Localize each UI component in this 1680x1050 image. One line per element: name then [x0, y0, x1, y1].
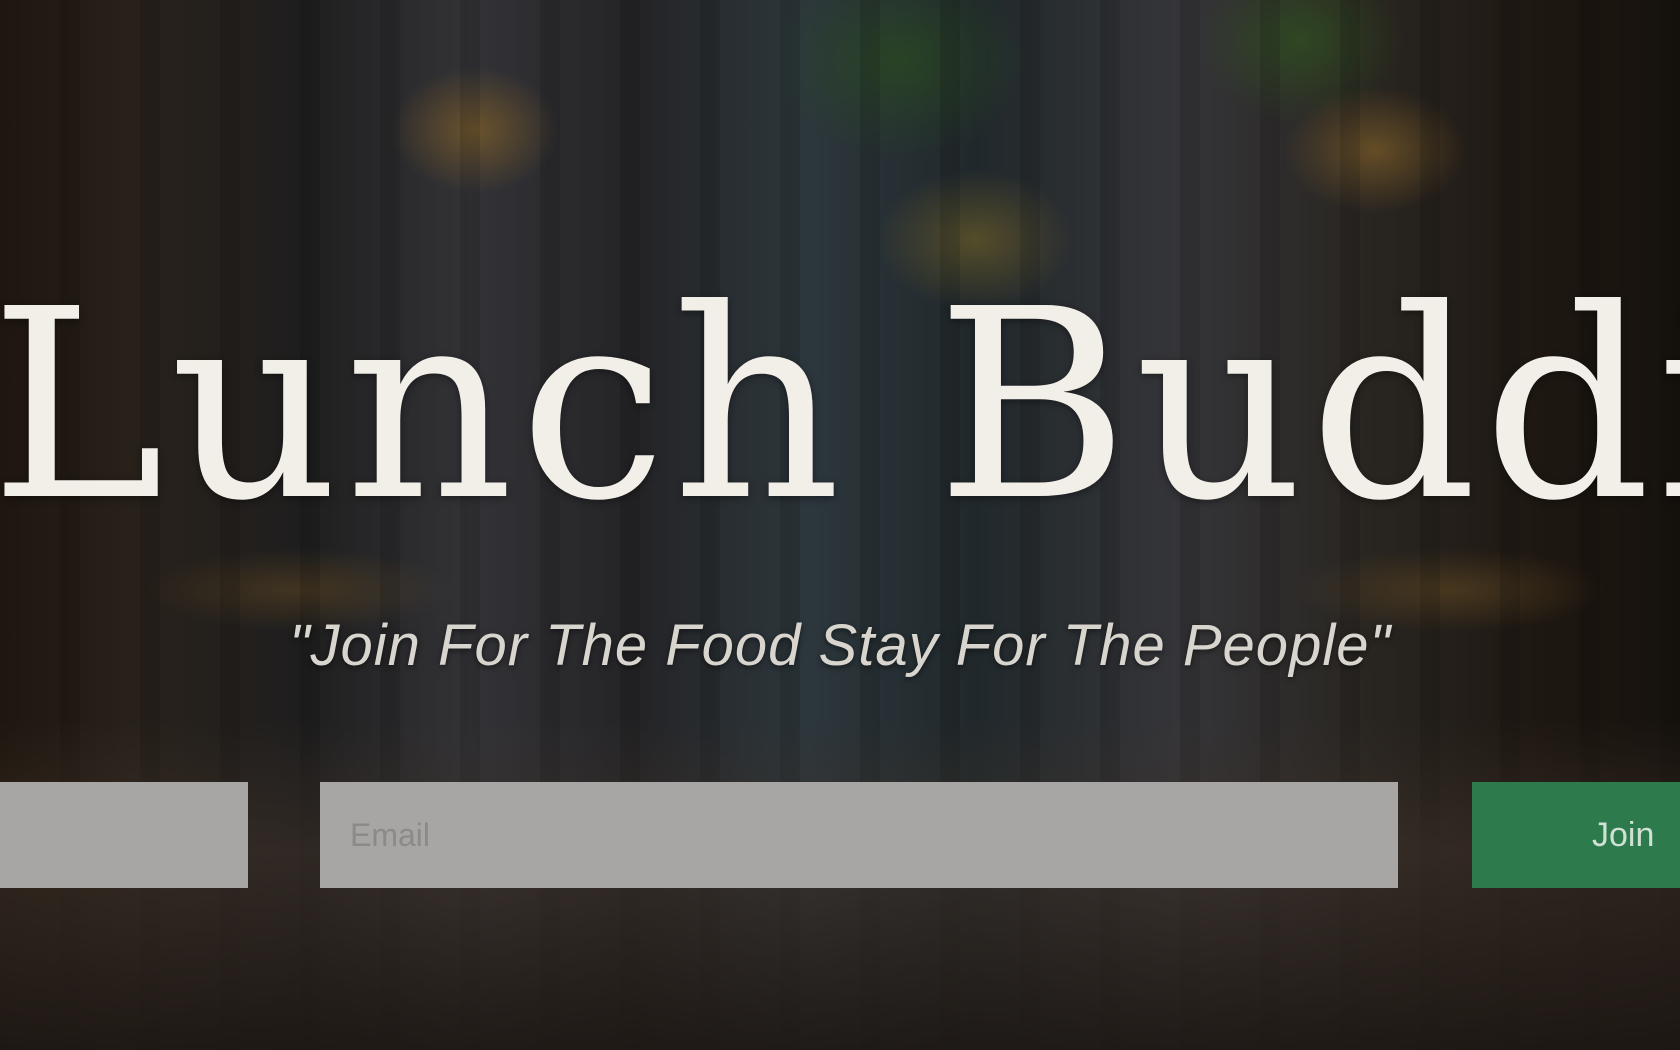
hero-tagline: "Join For The Food Stay For The People"	[288, 613, 1392, 678]
join-button[interactable]: Join	[1472, 782, 1680, 888]
hero-section: Lunch Buddies "Join For The Food Stay Fo…	[0, 0, 1680, 1050]
name-input[interactable]	[0, 782, 248, 888]
signup-form: Join	[0, 782, 1680, 892]
brand-title: Lunch Buddies	[0, 253, 1680, 558]
email-input[interactable]	[320, 782, 1398, 888]
